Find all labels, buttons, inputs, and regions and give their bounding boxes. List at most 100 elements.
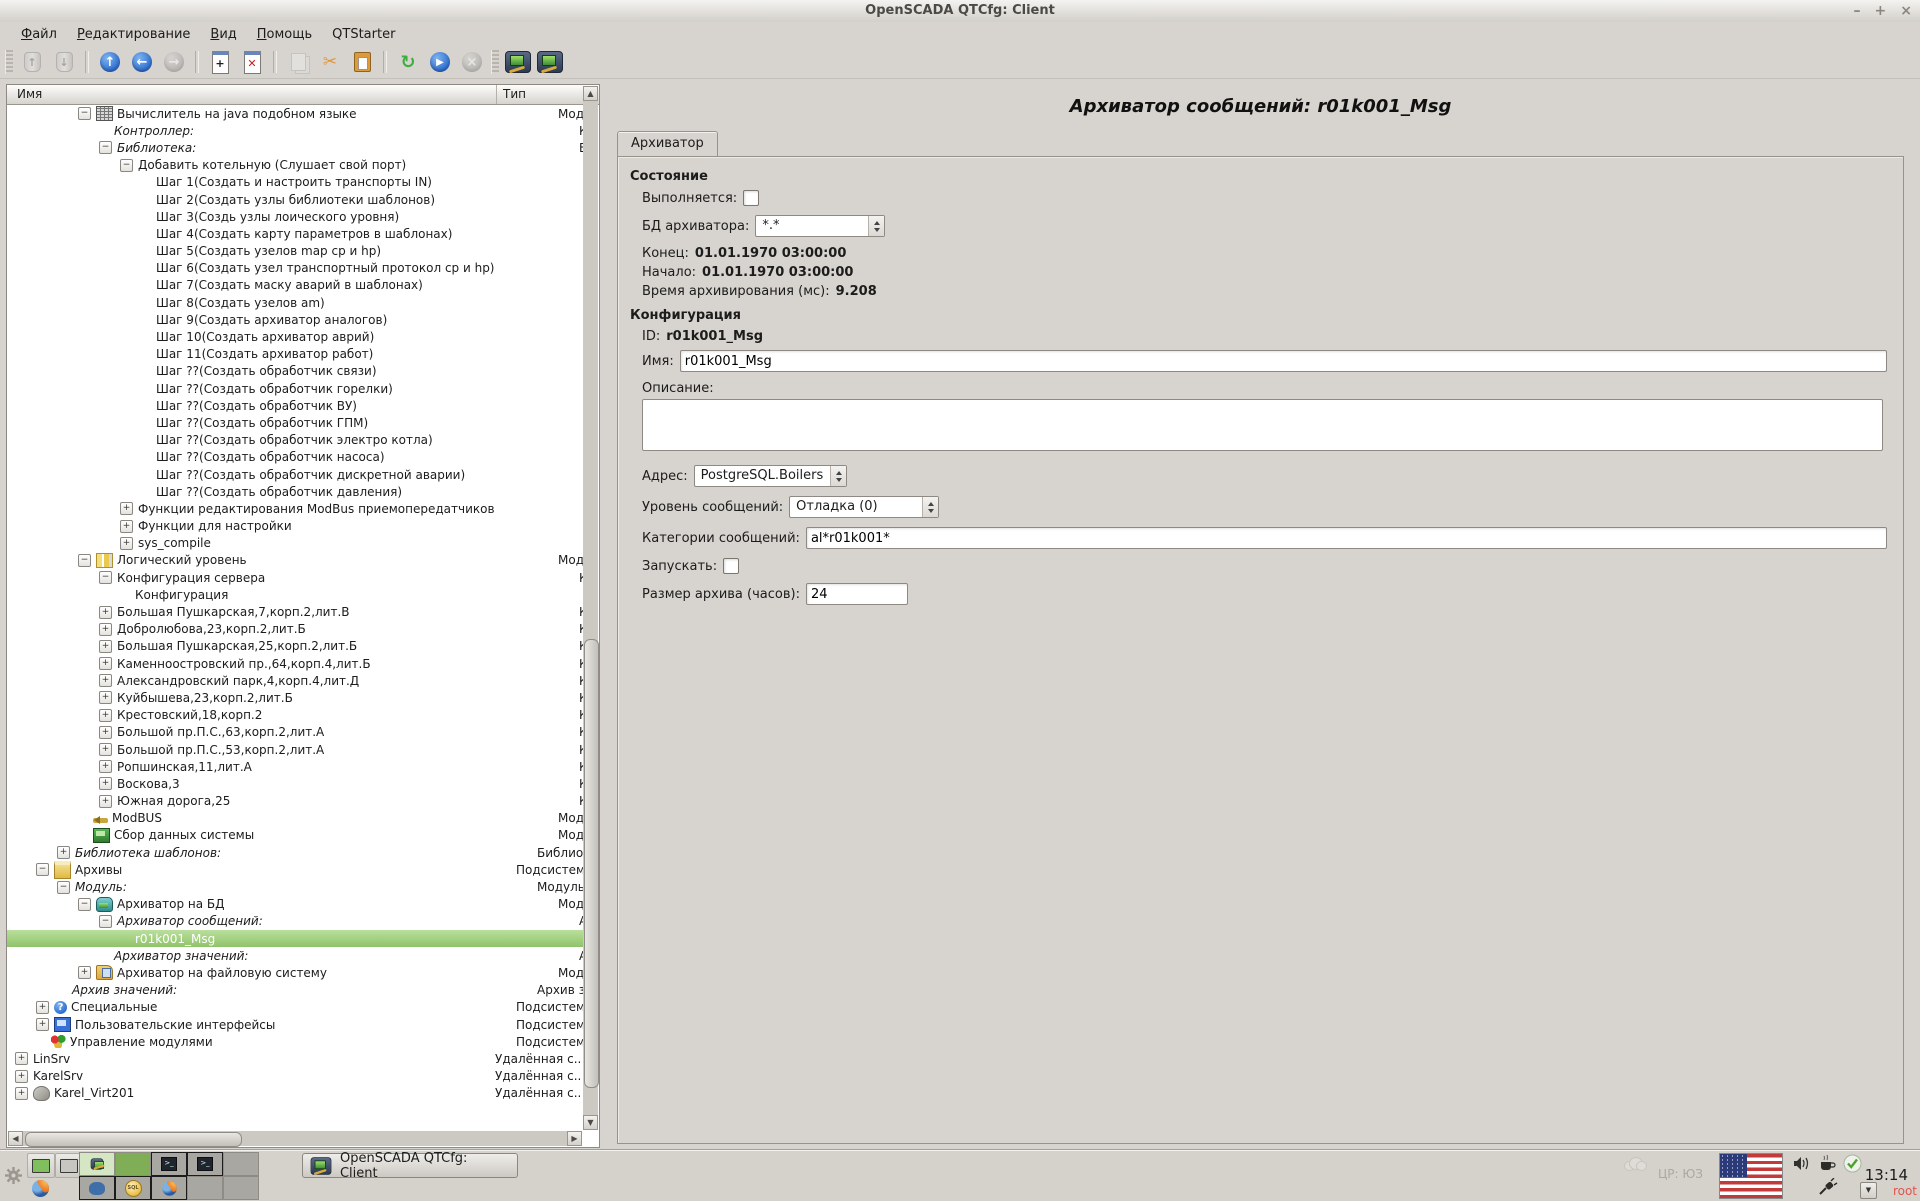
tree-row[interactable]: −Вычислитель на java подобном языкеМодул… bbox=[7, 105, 583, 122]
toolbar-drag-handle[interactable] bbox=[491, 50, 499, 74]
expand-icon[interactable]: + bbox=[99, 691, 112, 704]
tree-header-name[interactable]: Имя bbox=[7, 85, 497, 104]
description-textarea[interactable] bbox=[642, 399, 1883, 451]
collapse-icon[interactable]: − bbox=[99, 141, 112, 154]
pager-desktop-cell[interactable]: SQL bbox=[115, 1176, 151, 1200]
pager-desktop-cell[interactable] bbox=[151, 1176, 187, 1200]
pager-desktop-cell[interactable] bbox=[223, 1152, 259, 1176]
tree-row[interactable]: Шаг ??(Создать обработчик ГПМ)Функция bbox=[7, 414, 583, 431]
tree-row[interactable]: −Архиватор на БДМодуль bbox=[7, 896, 583, 913]
tree-row[interactable]: Архиватор значений:Архиватор з... bbox=[7, 947, 583, 964]
collapse-icon[interactable]: − bbox=[57, 881, 70, 894]
message-categories-input[interactable] bbox=[806, 527, 1887, 549]
plug-device-icon[interactable] bbox=[1818, 1178, 1838, 1196]
tree-row[interactable]: +Функции редактирования ModBus приемопер… bbox=[7, 500, 583, 517]
tree-row[interactable]: +Каменноостровский пр.,64,корп.4,лит.БКо… bbox=[7, 655, 583, 672]
tree-row[interactable]: +Karel_Virt201Удалённая с.. bbox=[7, 1085, 583, 1102]
up-level-button[interactable]: ↑ bbox=[96, 49, 124, 75]
expand-icon[interactable]: + bbox=[99, 623, 112, 636]
tree-row[interactable]: Сбор данных системыМодуль bbox=[7, 827, 583, 844]
save-button[interactable]: ↓ bbox=[50, 49, 78, 75]
tray-expand-dropdown[interactable]: ▼ bbox=[1860, 1182, 1877, 1199]
menu-файл[interactable]: Файл bbox=[12, 25, 66, 44]
tree-row[interactable]: Архив значений:Архив значе... bbox=[7, 982, 583, 999]
tree-row[interactable]: Шаг 4(Создать карту параметров в шаблона… bbox=[7, 225, 583, 242]
collapse-icon[interactable]: − bbox=[36, 863, 49, 876]
quicklaunch-firefox-button[interactable] bbox=[27, 1177, 53, 1200]
pager-desktop-cell[interactable] bbox=[79, 1152, 115, 1176]
tree-row[interactable]: Шаг 7(Создать маску аварий в шаблонах)Фу… bbox=[7, 277, 583, 294]
pager-desktop-cell[interactable] bbox=[223, 1176, 259, 1200]
back-button[interactable]: ← bbox=[128, 49, 156, 75]
expand-icon[interactable]: + bbox=[36, 1018, 49, 1031]
spinner-arrows-icon[interactable] bbox=[922, 497, 938, 517]
expand-icon[interactable]: + bbox=[99, 726, 112, 739]
load-button[interactable]: ↑ bbox=[18, 49, 46, 75]
tree-row[interactable]: +Большая Пушкарская,7,корп.2,лит.ВКонтро… bbox=[7, 603, 583, 620]
tree-row[interactable]: Шаг 9(Создать архиватор аналогов)Функция bbox=[7, 311, 583, 328]
scroll-up-icon[interactable]: ▲ bbox=[583, 86, 598, 101]
running-checkbox[interactable] bbox=[743, 190, 759, 206]
expand-icon[interactable]: + bbox=[78, 966, 91, 979]
tree-row[interactable]: −Архиватор сообщений:Архиватор с... bbox=[7, 913, 583, 930]
expand-icon[interactable]: + bbox=[120, 520, 133, 533]
shield-check-updates-icon[interactable] bbox=[1843, 1154, 1862, 1173]
expand-icon[interactable]: + bbox=[36, 1001, 49, 1014]
message-level-combobox[interactable]: Отладка (0) bbox=[789, 496, 939, 518]
copy-button[interactable] bbox=[284, 49, 312, 75]
tree-row[interactable]: Шаг 3(Создь узлы лоического уровня)Функц… bbox=[7, 208, 583, 225]
reload-button[interactable]: ↻ bbox=[394, 49, 422, 75]
qtvision-app-button[interactable] bbox=[536, 49, 564, 75]
tree-row[interactable]: Шаг 1(Создать и настроить транспорты IN)… bbox=[7, 174, 583, 191]
expand-icon[interactable]: + bbox=[99, 674, 112, 687]
coffee-cup-icon[interactable] bbox=[1819, 1155, 1836, 1171]
collapse-icon[interactable]: − bbox=[99, 571, 112, 584]
scroll-right-icon[interactable]: ▶ bbox=[567, 1131, 582, 1146]
tree-row[interactable]: Контроллер:Контроллер bbox=[7, 122, 583, 139]
tree-row[interactable]: −Библиотека:Библиотека bbox=[7, 139, 583, 156]
tree-row[interactable]: −Конфигурация сервераКонтроллер bbox=[7, 569, 583, 586]
tree-row[interactable]: Шаг 2(Создать узлы библиотеки шаблонов)Ф… bbox=[7, 191, 583, 208]
forward-button[interactable]: → bbox=[160, 49, 188, 75]
expand-icon[interactable]: + bbox=[99, 743, 112, 756]
tree-row[interactable]: +Добролюбова,23,корп.2,лит.БКонтроллер bbox=[7, 621, 583, 638]
add-item-button[interactable]: + bbox=[206, 49, 234, 75]
tree-row[interactable]: −Модуль:Модуль bbox=[7, 878, 583, 895]
tree-row[interactable]: +KarelSrvУдалённая с.. bbox=[7, 1068, 583, 1085]
expand-icon[interactable]: + bbox=[99, 657, 112, 670]
tree-row[interactable]: Шаг ??(Создать обработчик дискретной ава… bbox=[7, 466, 583, 483]
tree-horizontal-scrollbar[interactable]: ◀ ▶ bbox=[8, 1131, 582, 1146]
tree-row[interactable]: +Пользовательские интерфейсыПодсистема bbox=[7, 1016, 583, 1033]
expand-icon[interactable]: + bbox=[99, 709, 112, 722]
stop-button[interactable]: × bbox=[458, 49, 486, 75]
tree-row[interactable]: r01k001_MsgАрхиватор с... bbox=[7, 930, 583, 947]
start-button[interactable]: ▶ bbox=[426, 49, 454, 75]
address-combobox[interactable]: PostgreSQL.Boilers bbox=[694, 465, 848, 487]
tree-row[interactable]: −АрхивыПодсистема bbox=[7, 861, 583, 878]
tree-row[interactable]: Шаг 5(Создать узелов map ср и hp)Функция bbox=[7, 243, 583, 260]
tree-vertical-scrollbar[interactable]: ▲ ▼ bbox=[583, 86, 598, 1130]
tree-row[interactable]: Шаг ??(Создать обработчик горелки)Функци… bbox=[7, 380, 583, 397]
expand-icon[interactable]: + bbox=[57, 846, 70, 859]
delete-item-button[interactable]: ✕ bbox=[238, 49, 266, 75]
tree-row[interactable]: Шаг ??(Создать обработчик электро котла)… bbox=[7, 432, 583, 449]
tree-row[interactable]: +Александровский парк,4,корп.4,лит.ДКонт… bbox=[7, 672, 583, 689]
tree-row[interactable]: +Крестовский,18,корп.2Контроллер bbox=[7, 707, 583, 724]
tree-row[interactable]: Шаг 10(Создать архиватор аврий)Функция bbox=[7, 328, 583, 345]
tree-row[interactable]: Шаг 8(Создать узелов am)Функция bbox=[7, 294, 583, 311]
expand-icon[interactable]: + bbox=[120, 502, 133, 515]
qtcfg-app-button[interactable] bbox=[504, 49, 532, 75]
menu-редактирование[interactable]: Редактирование bbox=[68, 25, 199, 44]
expand-icon[interactable]: + bbox=[15, 1070, 28, 1083]
tree-row[interactable]: Шаг ??(Создать обработчик давления)Функц… bbox=[7, 483, 583, 500]
tree-row[interactable]: +Куйбышева,23,корп.2,лит.БКонтроллер bbox=[7, 689, 583, 706]
close-button[interactable]: × bbox=[1900, 2, 1912, 20]
tree-row[interactable]: Шаг 6(Создать узел транспортный протокол… bbox=[7, 260, 583, 277]
collapse-icon[interactable]: − bbox=[99, 915, 112, 928]
tree-row[interactable]: +?СпециальныеПодсистема bbox=[7, 999, 583, 1016]
us-flag-keyboard-layout-icon[interactable] bbox=[1719, 1153, 1783, 1199]
expand-icon[interactable]: + bbox=[15, 1087, 28, 1100]
menu-вид[interactable]: Вид bbox=[201, 25, 245, 44]
tree-row[interactable]: +LinSrvУдалённая с.. bbox=[7, 1050, 583, 1067]
cut-button[interactable]: ✂ bbox=[316, 49, 344, 75]
